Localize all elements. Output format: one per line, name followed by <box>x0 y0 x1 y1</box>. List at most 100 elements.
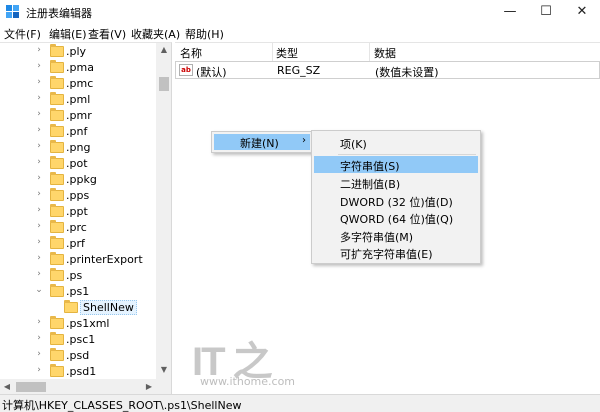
chevron-right-icon[interactable]: › <box>34 189 44 199</box>
menu-separator <box>338 154 476 155</box>
folder-icon <box>50 364 64 377</box>
tree-item-label: .ply <box>66 45 87 58</box>
tree-item[interactable]: › .printerExport <box>0 252 156 268</box>
tree-item[interactable]: › .psd1 <box>0 364 156 380</box>
chevron-right-icon[interactable]: › <box>34 237 44 247</box>
tree-item-label: .png <box>66 141 91 154</box>
tree-item-label: ShellNew <box>80 300 137 315</box>
tree-item-label: .printerExport <box>66 253 143 266</box>
menu-favorites[interactable]: 收藏夹(A) <box>131 26 180 42</box>
tree-item[interactable]: › .pps <box>0 188 156 204</box>
tree-item[interactable]: ⌄ .ps1 <box>0 284 156 300</box>
new-submenu: 项(K) 字符串值(S) 二进制值(B) DWORD (32 位)值(D) QW… <box>311 130 481 264</box>
scroll-right-arrow-icon[interactable]: ▶ <box>142 379 156 394</box>
tree-horizontal-scrollbar[interactable]: ◀ ▶ <box>0 379 156 394</box>
chevron-right-icon[interactable]: › <box>34 125 44 135</box>
tree-item[interactable]: › .pma <box>0 60 156 76</box>
tree-item-label: .prc <box>66 221 87 234</box>
chevron-right-icon[interactable]: › <box>34 45 44 55</box>
menu-item-new[interactable]: 新建(N) › <box>214 134 310 150</box>
submenu-item-binary-value[interactable]: 二进制值(B) <box>314 174 478 191</box>
tree-item[interactable]: › .prc <box>0 220 156 236</box>
menu-edit[interactable]: 编辑(E) <box>49 26 87 42</box>
tree-item-label: .ps1 <box>66 285 90 298</box>
chevron-right-icon[interactable]: › <box>34 317 44 327</box>
tree-item[interactable]: › .pnf <box>0 124 156 140</box>
scroll-thumb-horizontal[interactable] <box>16 382 46 392</box>
folder-icon <box>50 108 64 121</box>
chevron-right-icon[interactable]: › <box>34 109 44 119</box>
chevron-right-icon[interactable]: › <box>34 205 44 215</box>
tree-item[interactable]: › .psc1 <box>0 332 156 348</box>
column-header-data[interactable]: 数据 <box>374 43 396 61</box>
chevron-right-icon[interactable]: › <box>34 77 44 87</box>
chevron-right-icon[interactable]: › <box>34 349 44 359</box>
chevron-right-icon[interactable]: › <box>34 157 44 167</box>
menu-help[interactable]: 帮助(H) <box>185 26 224 42</box>
string-value-icon: ab <box>179 64 193 76</box>
chevron-right-icon[interactable]: › <box>34 269 44 279</box>
folder-icon <box>50 220 64 233</box>
tree-item-label: .pnf <box>66 125 88 138</box>
chevron-right-icon: › <box>302 135 306 146</box>
chevron-right-icon[interactable]: › <box>34 221 44 231</box>
menu-view[interactable]: 查看(V) <box>88 26 126 42</box>
folder-icon <box>50 204 64 217</box>
tree-item-label: .ppt <box>66 205 88 218</box>
tree-item-label: .pps <box>66 189 90 202</box>
tree-item[interactable]: › .pmr <box>0 108 156 124</box>
submenu-item-dword-value[interactable]: DWORD (32 位)值(D) <box>314 192 478 209</box>
tree-item[interactable]: › .pmc <box>0 76 156 92</box>
chevron-right-icon[interactable]: › <box>34 173 44 183</box>
tree-item[interactable]: › .pot <box>0 156 156 172</box>
close-button[interactable]: ✕ <box>564 0 600 24</box>
folder-icon <box>50 348 64 361</box>
folder-icon <box>50 156 64 169</box>
value-row[interactable]: ab (默认) REG_SZ (数值未设置) <box>175 61 600 79</box>
tree-item[interactable]: › .prf <box>0 236 156 252</box>
menu-file[interactable]: 文件(F) <box>4 26 41 42</box>
tree-item-label: .psd1 <box>66 365 97 378</box>
key-tree-pane[interactable]: › .ply › .pma › .pmc › .pml › .pmr › .pnf › .png › .pot… <box>0 42 172 394</box>
folder-icon <box>50 172 64 185</box>
tree-vertical-scrollbar[interactable]: ▲ ▼ <box>156 43 171 379</box>
chevron-right-icon[interactable]: › <box>34 333 44 343</box>
tree-item[interactable]: ShellNew <box>0 300 156 316</box>
chevron-right-icon[interactable]: › <box>34 141 44 151</box>
context-menu: 新建(N) › <box>211 131 313 153</box>
submenu-item-key[interactable]: 项(K) <box>314 134 478 151</box>
tree-item[interactable]: › .ps <box>0 268 156 284</box>
maximize-button[interactable]: ☐ <box>528 0 564 24</box>
column-divider[interactable] <box>272 43 273 61</box>
tree-item[interactable]: › .pml <box>0 92 156 108</box>
value-name: (默认) <box>196 66 227 79</box>
scroll-up-arrow-icon[interactable]: ▲ <box>156 43 171 57</box>
minimize-button[interactable]: — <box>492 0 528 24</box>
chevron-right-icon[interactable]: › <box>34 93 44 103</box>
chevron-right-icon[interactable]: › <box>34 253 44 263</box>
submenu-item-multi-string-value[interactable]: 多字符串值(M) <box>314 227 478 244</box>
column-divider[interactable] <box>369 43 370 61</box>
folder-icon <box>50 284 64 297</box>
submenu-item-expandable-string-value[interactable]: 可扩充字符串值(E) <box>314 244 478 261</box>
scroll-down-arrow-icon[interactable]: ▼ <box>156 363 171 377</box>
chevron-right-icon[interactable]: › <box>34 365 44 375</box>
tree-item[interactable]: › .psd <box>0 348 156 364</box>
chevron-right-icon[interactable]: › <box>34 61 44 71</box>
tree-item[interactable]: › .ppkg <box>0 172 156 188</box>
tree-item-label: .psd <box>66 349 90 362</box>
submenu-item-qword-value[interactable]: QWORD (64 位)值(Q) <box>314 209 478 226</box>
tree-item[interactable]: › .png <box>0 140 156 156</box>
submenu-item-string-value[interactable]: 字符串值(S) <box>314 156 478 173</box>
chevron-down-icon[interactable]: ⌄ <box>34 285 44 295</box>
tree-item[interactable]: › .ppt <box>0 204 156 220</box>
title-bar: 注册表编辑器 — ☐ ✕ <box>0 0 600 24</box>
column-header-type[interactable]: 类型 <box>276 43 298 61</box>
tree-item[interactable]: › .ps1xml <box>0 316 156 332</box>
column-header-name[interactable]: 名称 <box>180 43 202 61</box>
scroll-thumb[interactable] <box>159 77 169 91</box>
tree-item-label: .psc1 <box>66 333 96 346</box>
scroll-left-arrow-icon[interactable]: ◀ <box>0 379 14 394</box>
tree-item[interactable]: › .ply <box>0 44 156 60</box>
tree-item-label: .ps1xml <box>66 317 110 330</box>
